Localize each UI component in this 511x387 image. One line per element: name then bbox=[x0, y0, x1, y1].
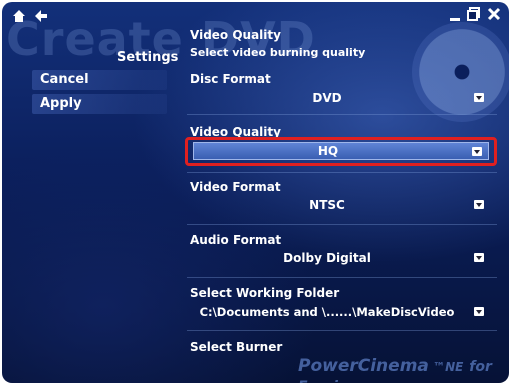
chevron-down-icon[interactable] bbox=[474, 93, 484, 102]
divider bbox=[187, 277, 497, 278]
apply-button[interactable]: Apply bbox=[32, 94, 167, 114]
cancel-button[interactable]: Cancel bbox=[32, 70, 167, 90]
audio-format-select[interactable]: Dolby Digital bbox=[190, 248, 490, 268]
panel-subtitle: Select video burning quality bbox=[190, 46, 366, 59]
brand-product: PowerCinema bbox=[298, 356, 429, 376]
restore-icon[interactable] bbox=[467, 6, 481, 27]
disc-format-select[interactable]: DVD bbox=[190, 88, 490, 108]
top-nav bbox=[12, 8, 48, 27]
divider bbox=[187, 114, 497, 115]
minimize-icon[interactable] bbox=[449, 6, 461, 27]
brand-edition: ™NE bbox=[428, 360, 464, 374]
video-format-select[interactable]: NTSC bbox=[190, 195, 490, 215]
disc-format-label: Disc Format bbox=[190, 72, 271, 86]
working-folder-label: Select Working Folder bbox=[190, 286, 340, 300]
video-format-value: NTSC bbox=[309, 198, 345, 212]
video-format-label: Video Format bbox=[190, 180, 281, 194]
audio-format-label: Audio Format bbox=[190, 233, 282, 247]
disc-format-value: DVD bbox=[312, 91, 342, 105]
divider bbox=[187, 330, 497, 331]
app-window: Create DVD Settings Cancel Apply Video Q… bbox=[2, 2, 509, 383]
close-icon[interactable] bbox=[487, 6, 501, 27]
settings-label: Settings bbox=[117, 50, 179, 65]
panel-title: Video Quality bbox=[190, 28, 281, 42]
audio-format-value: Dolby Digital bbox=[283, 251, 371, 265]
working-folder-select[interactable]: C:\Documents and \......\MakeDiscVideo bbox=[190, 302, 490, 322]
brand-watermark: PowerCinema ™NE for Everio bbox=[298, 356, 509, 383]
home-icon[interactable] bbox=[12, 8, 26, 27]
chevron-down-icon[interactable] bbox=[474, 253, 484, 262]
chevron-down-icon[interactable] bbox=[474, 200, 484, 209]
divider bbox=[187, 172, 497, 173]
select-burner-label[interactable]: Select Burner bbox=[190, 340, 282, 354]
divider bbox=[187, 224, 497, 225]
selection-highlight bbox=[185, 137, 497, 166]
chevron-down-icon[interactable] bbox=[474, 307, 484, 316]
working-folder-value: C:\Documents and \......\MakeDiscVideo bbox=[199, 305, 455, 319]
back-arrow-icon[interactable] bbox=[34, 8, 48, 27]
window-controls bbox=[449, 6, 501, 27]
